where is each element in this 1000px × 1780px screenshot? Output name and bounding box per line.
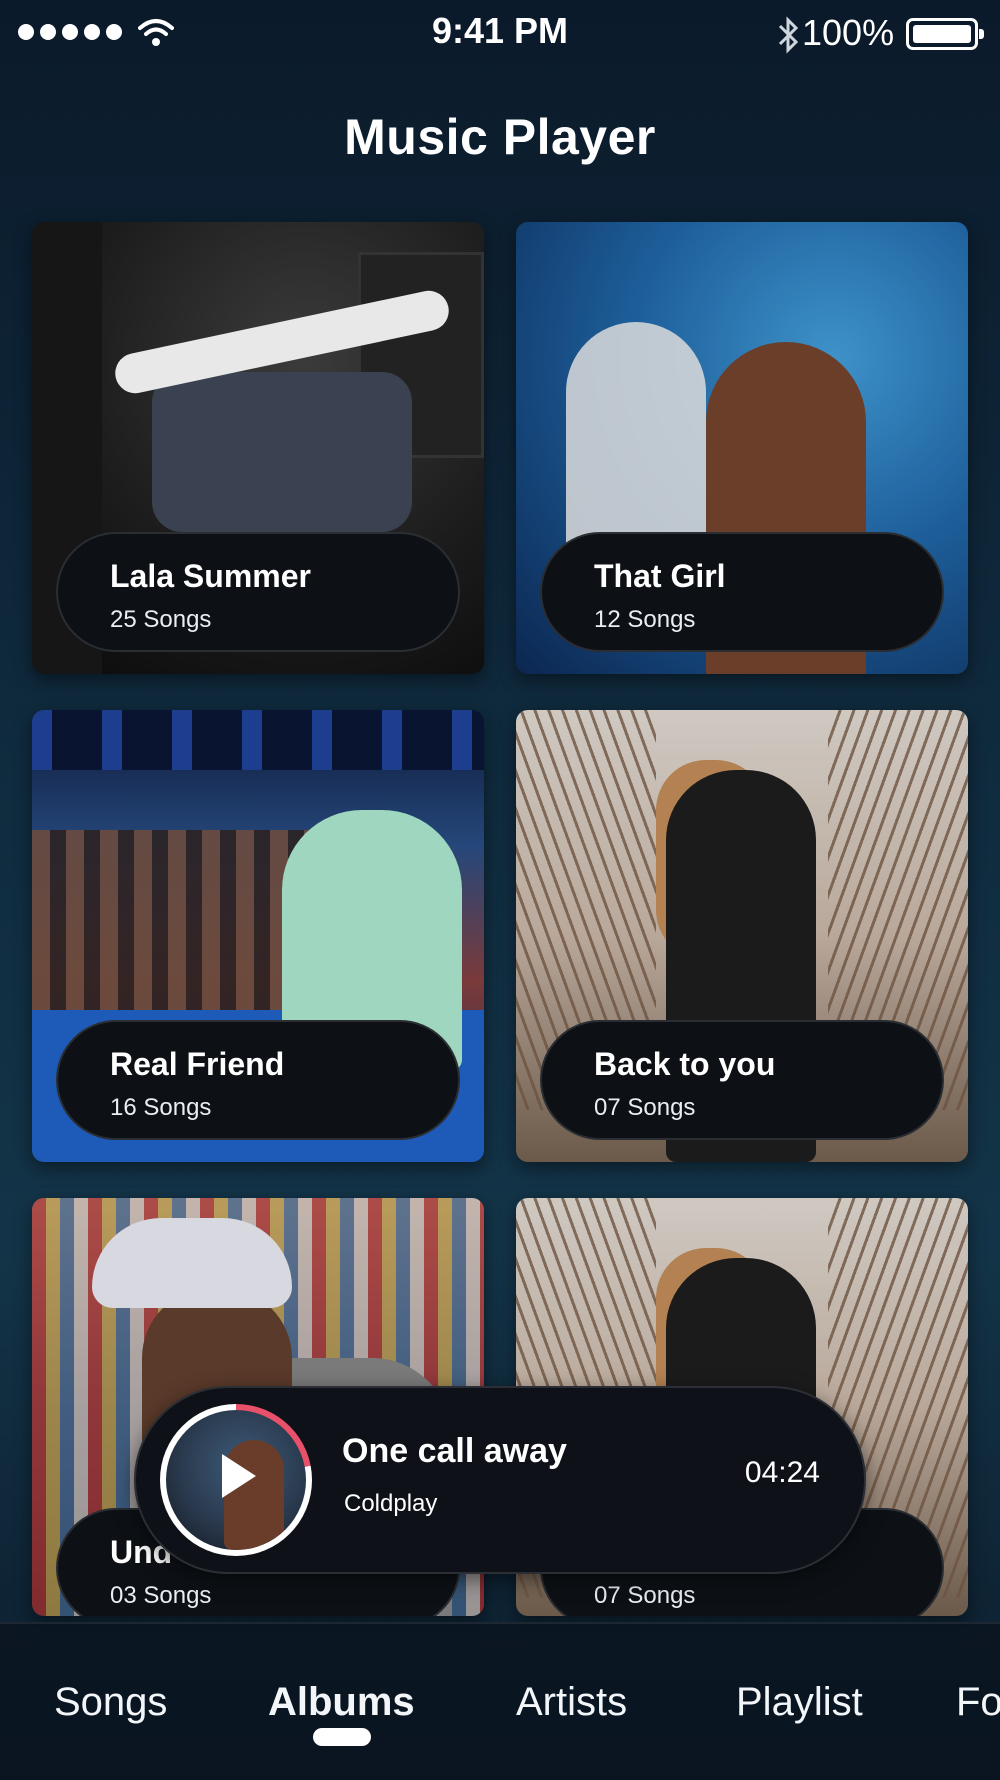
tab-fo[interactable]: Fo: [956, 1680, 1000, 1725]
status-bar: 9:41 PM 100%: [0, 0, 1000, 70]
album-info-pill: Back to you 07 Songs: [540, 1020, 944, 1140]
album-info-pill: Real Friend 16 Songs: [56, 1020, 460, 1140]
album-card-that-girl[interactable]: That Girl 12 Songs: [516, 222, 968, 674]
bluetooth-icon: [778, 16, 799, 54]
battery-icon: [906, 18, 984, 50]
album-song-count: 07 Songs: [594, 1094, 696, 1121]
battery-percentage: 100%: [802, 12, 895, 53]
play-icon[interactable]: [222, 1454, 256, 1498]
active-tab-indicator: [313, 1728, 371, 1746]
album-card-back-to-you[interactable]: Back to you 07 Songs: [516, 710, 968, 1162]
album-song-count: 07 Songs: [594, 1582, 696, 1609]
album-title: Back to you: [594, 1046, 776, 1082]
album-title: Real Friend: [110, 1046, 285, 1082]
album-song-count: 12 Songs: [594, 606, 696, 633]
tab-artists[interactable]: Artists: [516, 1680, 627, 1725]
now-playing-bar[interactable]: One call away Coldplay 04:24: [134, 1386, 866, 1574]
tab-albums[interactable]: Albums: [268, 1680, 415, 1725]
album-title: Lala Summer: [110, 558, 311, 594]
album-song-count: 25 Songs: [110, 606, 212, 633]
now-playing-time: 04:24: [744, 1456, 820, 1489]
now-playing-artist: Coldplay: [344, 1490, 438, 1517]
now-playing-progress-ring: [160, 1404, 312, 1556]
album-card-lala-summer[interactable]: Lala Summer 25 Songs: [32, 222, 484, 674]
bottom-tab-bar: Songs Albums Artists Playlist Fo: [0, 1622, 1000, 1780]
tab-playlist[interactable]: Playlist: [736, 1680, 863, 1725]
album-song-count: 03 Songs: [110, 1582, 212, 1609]
album-info-pill: Lala Summer 25 Songs: [56, 532, 460, 652]
album-info-pill: That Girl 12 Songs: [540, 532, 944, 652]
page-title: Music Player: [344, 109, 656, 165]
album-card-real-friend[interactable]: Real Friend 16 Songs: [32, 710, 484, 1162]
tab-songs[interactable]: Songs: [54, 1680, 167, 1725]
now-playing-title: One call away: [342, 1432, 567, 1470]
album-song-count: 16 Songs: [110, 1094, 212, 1121]
album-title: That Girl: [594, 558, 726, 594]
